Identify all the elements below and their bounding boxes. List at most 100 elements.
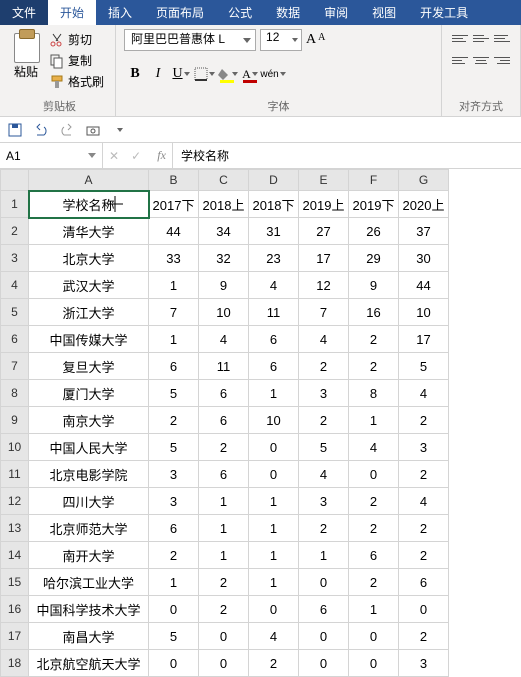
cell-G10[interactable]: 3 xyxy=(399,434,449,461)
cell-D14[interactable]: 1 xyxy=(249,542,299,569)
cell-B11[interactable]: 3 xyxy=(149,461,199,488)
cell-A4[interactable]: 武汉大学 xyxy=(29,272,149,299)
cell-F5[interactable]: 16 xyxy=(349,299,399,326)
row-header-6[interactable]: 6 xyxy=(1,326,29,353)
col-header-E[interactable]: E xyxy=(299,170,349,191)
cell-A1[interactable]: 学校名称 xyxy=(29,191,149,218)
row-header-16[interactable]: 16 xyxy=(1,596,29,623)
cell-G18[interactable]: 3 xyxy=(399,650,449,677)
cell-F10[interactable]: 4 xyxy=(349,434,399,461)
cell-C11[interactable]: 6 xyxy=(199,461,249,488)
cell-C15[interactable]: 2 xyxy=(199,569,249,596)
cell-B18[interactable]: 0 xyxy=(149,650,199,677)
cell-C9[interactable]: 6 xyxy=(199,407,249,434)
row-header-4[interactable]: 4 xyxy=(1,272,29,299)
row-header-18[interactable]: 18 xyxy=(1,650,29,677)
cell-A15[interactable]: 哈尔滨工业大学 xyxy=(29,569,149,596)
row-header-8[interactable]: 8 xyxy=(1,380,29,407)
cell-B7[interactable]: 6 xyxy=(149,353,199,380)
qat-customize[interactable] xyxy=(110,121,128,139)
cell-F2[interactable]: 26 xyxy=(349,218,399,245)
cell-E17[interactable]: 0 xyxy=(299,623,349,650)
cell-F4[interactable]: 9 xyxy=(349,272,399,299)
border-button[interactable] xyxy=(193,63,215,85)
cell-E16[interactable]: 6 xyxy=(299,596,349,623)
row-header-11[interactable]: 11 xyxy=(1,461,29,488)
cell-A3[interactable]: 北京大学 xyxy=(29,245,149,272)
row-header-13[interactable]: 13 xyxy=(1,515,29,542)
format-painter-button[interactable]: 格式刷 xyxy=(46,71,107,92)
cell-E11[interactable]: 4 xyxy=(299,461,349,488)
align-bottom-button[interactable] xyxy=(492,29,512,47)
cell-E6[interactable]: 4 xyxy=(299,326,349,353)
cell-B13[interactable]: 6 xyxy=(149,515,199,542)
worksheet[interactable]: ABCDEFG1学校名称2017下2018上2018下2019上2019下202… xyxy=(0,169,521,677)
row-header-15[interactable]: 15 xyxy=(1,569,29,596)
cell-D12[interactable]: 1 xyxy=(249,488,299,515)
cell-F16[interactable]: 1 xyxy=(349,596,399,623)
cell-D17[interactable]: 4 xyxy=(249,623,299,650)
cell-G9[interactable]: 2 xyxy=(399,407,449,434)
cell-E4[interactable]: 12 xyxy=(299,272,349,299)
camera-button[interactable] xyxy=(84,121,102,139)
redo-button[interactable] xyxy=(58,121,76,139)
cell-E5[interactable]: 7 xyxy=(299,299,349,326)
phonetic-button[interactable]: wén xyxy=(262,63,284,85)
cell-F12[interactable]: 2 xyxy=(349,488,399,515)
cell-A16[interactable]: 中国科学技术大学 xyxy=(29,596,149,623)
cell-D2[interactable]: 31 xyxy=(249,218,299,245)
cell-B1[interactable]: 2017下 xyxy=(149,191,199,218)
cell-F17[interactable]: 0 xyxy=(349,623,399,650)
cell-C3[interactable]: 32 xyxy=(199,245,249,272)
cell-D1[interactable]: 2018下 xyxy=(249,191,299,218)
cell-D7[interactable]: 6 xyxy=(249,353,299,380)
cell-D11[interactable]: 0 xyxy=(249,461,299,488)
cell-F9[interactable]: 1 xyxy=(349,407,399,434)
align-middle-button[interactable] xyxy=(471,29,491,47)
cell-D16[interactable]: 0 xyxy=(249,596,299,623)
tab-layout[interactable]: 页面布局 xyxy=(144,0,216,25)
align-right-button[interactable] xyxy=(492,51,512,69)
cell-F8[interactable]: 8 xyxy=(349,380,399,407)
tab-review[interactable]: 审阅 xyxy=(312,0,360,25)
cell-B16[interactable]: 0 xyxy=(149,596,199,623)
tab-formulas[interactable]: 公式 xyxy=(216,0,264,25)
cell-A5[interactable]: 浙江大学 xyxy=(29,299,149,326)
col-header-A[interactable]: A xyxy=(29,170,149,191)
cell-C5[interactable]: 10 xyxy=(199,299,249,326)
cell-F13[interactable]: 2 xyxy=(349,515,399,542)
cell-B8[interactable]: 5 xyxy=(149,380,199,407)
cell-G6[interactable]: 17 xyxy=(399,326,449,353)
col-header-G[interactable]: G xyxy=(399,170,449,191)
tab-view[interactable]: 视图 xyxy=(360,0,408,25)
formula-bar[interactable]: 学校名称 xyxy=(173,147,521,164)
align-top-button[interactable] xyxy=(450,29,470,47)
cell-A12[interactable]: 四川大学 xyxy=(29,488,149,515)
tab-home[interactable]: 开始 xyxy=(48,0,96,25)
cell-B17[interactable]: 5 xyxy=(149,623,199,650)
cell-G1[interactable]: 2020上 xyxy=(399,191,449,218)
cell-C14[interactable]: 1 xyxy=(199,542,249,569)
bold-button[interactable]: B xyxy=(124,63,146,85)
cell-C16[interactable]: 2 xyxy=(199,596,249,623)
cell-B4[interactable]: 1 xyxy=(149,272,199,299)
cell-A10[interactable]: 中国人民大学 xyxy=(29,434,149,461)
cell-G4[interactable]: 44 xyxy=(399,272,449,299)
cell-F15[interactable]: 2 xyxy=(349,569,399,596)
cell-C13[interactable]: 1 xyxy=(199,515,249,542)
cell-A18[interactable]: 北京航空航天大学 xyxy=(29,650,149,677)
cell-E9[interactable]: 2 xyxy=(299,407,349,434)
row-header-5[interactable]: 5 xyxy=(1,299,29,326)
cell-C12[interactable]: 1 xyxy=(199,488,249,515)
cell-C2[interactable]: 34 xyxy=(199,218,249,245)
cell-E14[interactable]: 1 xyxy=(299,542,349,569)
cell-A14[interactable]: 南开大学 xyxy=(29,542,149,569)
row-header-17[interactable]: 17 xyxy=(1,623,29,650)
row-header-1[interactable]: 1 xyxy=(1,191,29,218)
undo-button[interactable] xyxy=(32,121,50,139)
cell-E10[interactable]: 5 xyxy=(299,434,349,461)
cell-F11[interactable]: 0 xyxy=(349,461,399,488)
cell-G12[interactable]: 4 xyxy=(399,488,449,515)
row-header-9[interactable]: 9 xyxy=(1,407,29,434)
cell-E15[interactable]: 0 xyxy=(299,569,349,596)
